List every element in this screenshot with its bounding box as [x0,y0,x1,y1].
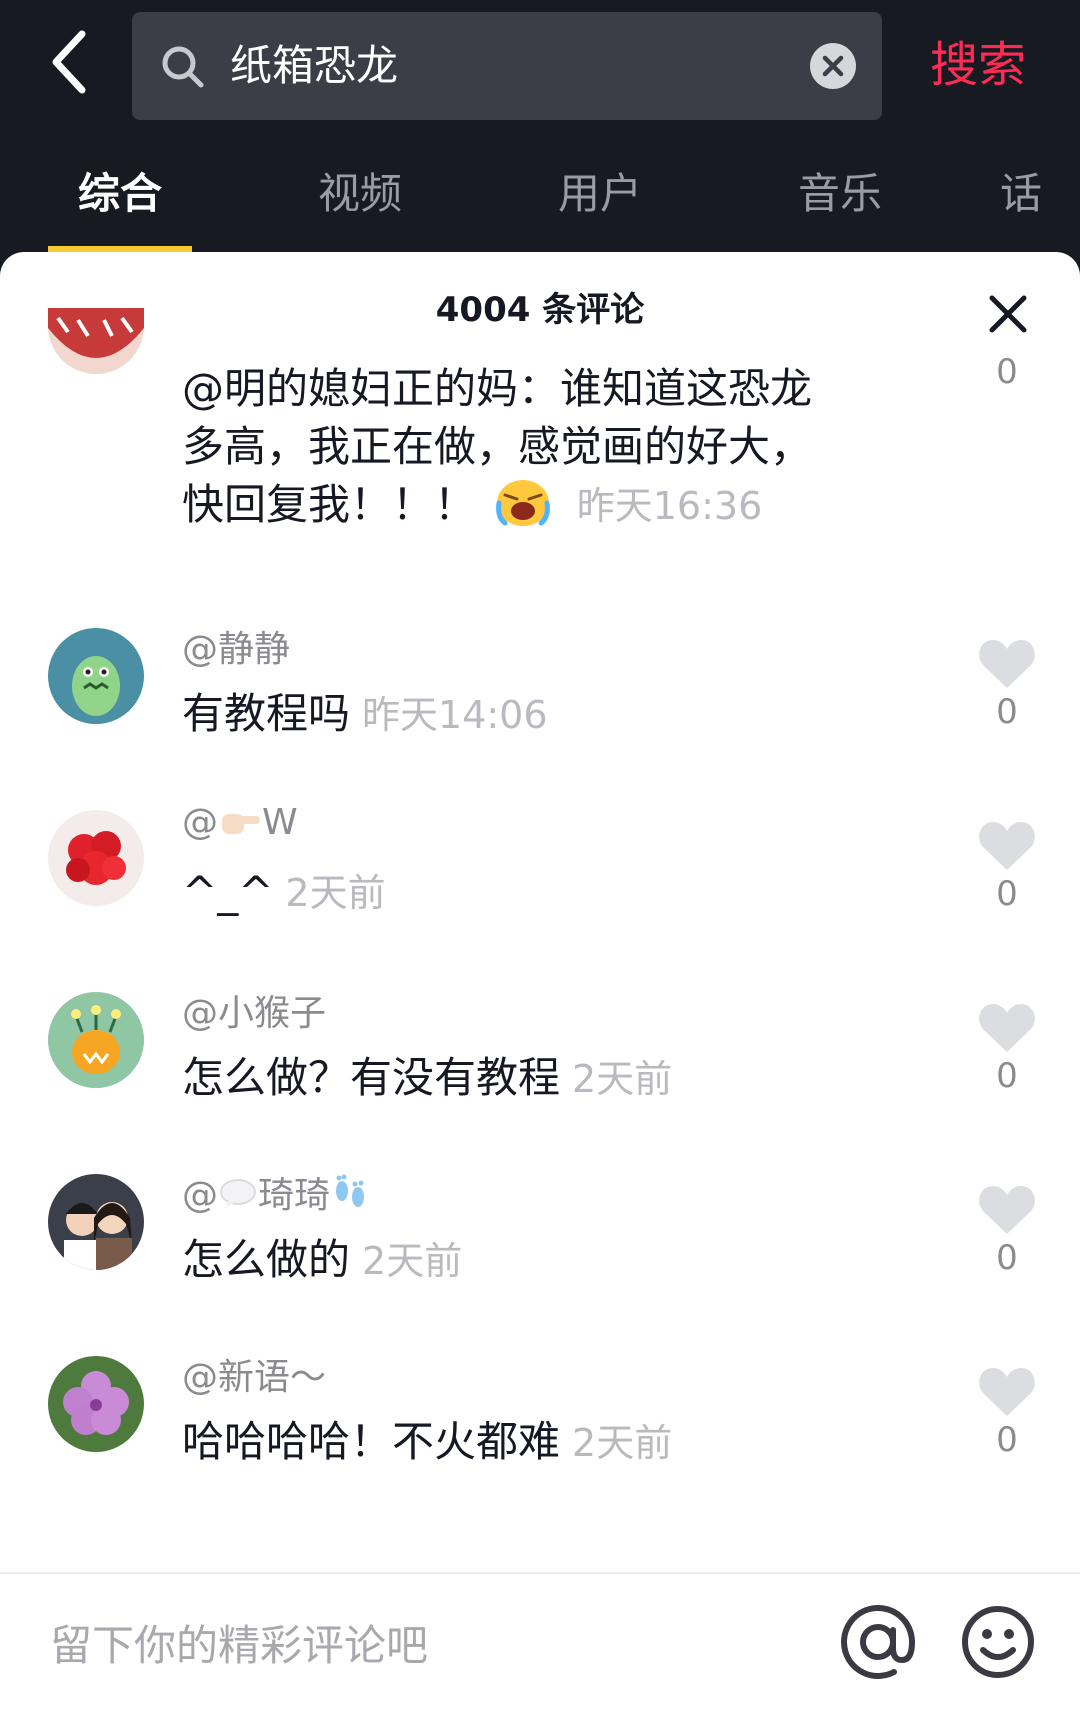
comment-time: 昨天16:36 [576,484,763,528]
search-box[interactable]: 纸箱恐龙 [132,12,882,120]
tab-videos[interactable]: 视频 [280,158,440,230]
comment-text: 哈哈哈哈！不火都难 [182,1417,561,1466]
smiley-face-icon [962,1606,1034,1678]
comment-username[interactable]: @新语～ [182,1348,326,1400]
comment-panel: 4004 条评论 @明的媳妇正的妈：谁知道这恐龙 多高，我正在做，感觉画的好大，… [0,252,1080,1714]
comment-count-title: 4004 条评论 [435,290,645,330]
comment-time: 2天前 [572,1057,673,1101]
close-icon [989,295,1027,333]
like-count: 0 [996,874,1018,914]
search-query[interactable]: 纸箱恐龙 [230,12,398,120]
comment-input[interactable] [48,1604,812,1686]
comment-text-line: 哈哈哈哈！不火都难 2天前 [182,1408,672,1469]
heart-icon[interactable] [978,638,1036,690]
search-button[interactable]: 搜索 [930,22,1026,108]
comment-text: 快回复我！！！ [182,480,477,529]
comment-text-line: 怎么做？有没有教程 2天前 [182,1044,672,1105]
comment-time: 2天前 [285,871,386,915]
comment-time: 2天前 [572,1421,673,1465]
like-count: 0 [996,352,1018,392]
like-count: 0 [996,692,1018,732]
avatar[interactable] [48,1174,144,1270]
crying-face-emoji-icon [496,480,551,526]
comment-time: 2天前 [362,1239,463,1283]
tab-comprehensive[interactable]: 综合 [40,158,200,230]
tab-users[interactable]: 用户 [520,158,680,230]
footprints-emoji-icon [336,1174,365,1207]
top-bar: 纸箱恐龙 搜索 综合 视频 用户 音乐 话 [0,0,1080,260]
clear-icon [810,43,856,89]
comment-text: 有教程吗 [182,689,351,738]
comment-text: 怎么做？有没有教程 [182,1053,561,1102]
avatar[interactable] [48,992,144,1088]
comment-text-line: ^_^ 2天前 [182,862,386,917]
comment-username[interactable]: @小猴子 [182,984,326,1036]
comment-text: ^_^ [182,867,274,916]
comment-text-line-last: 快回复我！！！ 昨天16:36 [182,476,762,535]
chevron-left-icon [52,30,86,94]
heart-icon[interactable] [978,1366,1036,1418]
close-panel-button[interactable] [986,292,1030,336]
avatar[interactable] [48,810,144,906]
comment-text-line: 多高，我正在做，感觉画的好大， [182,422,813,471]
emoji-button[interactable] [960,1604,1036,1680]
at-icon [841,1605,916,1679]
comment-text-line: 怎么做的 2天前 [182,1226,462,1287]
heart-icon[interactable] [978,1002,1036,1054]
back-button[interactable] [40,22,110,102]
pointing-hand-emoji-icon [222,814,260,834]
like-count: 0 [996,1420,1018,1460]
comment-time: 昨天14:06 [362,693,548,737]
heart-icon[interactable] [978,1184,1036,1236]
avatar[interactable] [48,308,144,374]
comment-text-line: 有教程吗 昨天14:06 [182,680,548,741]
avatar[interactable] [48,1356,144,1452]
like-count: 0 [996,1056,1018,1096]
avatar[interactable] [48,628,144,724]
tab-music[interactable]: 音乐 [760,158,920,230]
comment-username[interactable]: @静静 [182,620,290,672]
tab-topics[interactable]: 话 [1000,158,1080,230]
mention-button[interactable] [838,1602,918,1682]
like-count: 0 [996,1238,1018,1278]
comment-input-bar [0,1572,1080,1716]
comment-username[interactable]: @ W [182,802,298,843]
comment-text: 怎么做的 [182,1235,351,1284]
heart-icon[interactable] [978,820,1036,872]
search-icon [162,46,204,88]
comment-username[interactable]: @ 琦琦 [182,1166,370,1218]
clear-search-button[interactable] [808,41,858,91]
comment-text-line: @明的媳妇正的妈：谁知道这恐龙 [182,364,813,413]
speech-bubble-emoji-icon [220,1179,256,1209]
